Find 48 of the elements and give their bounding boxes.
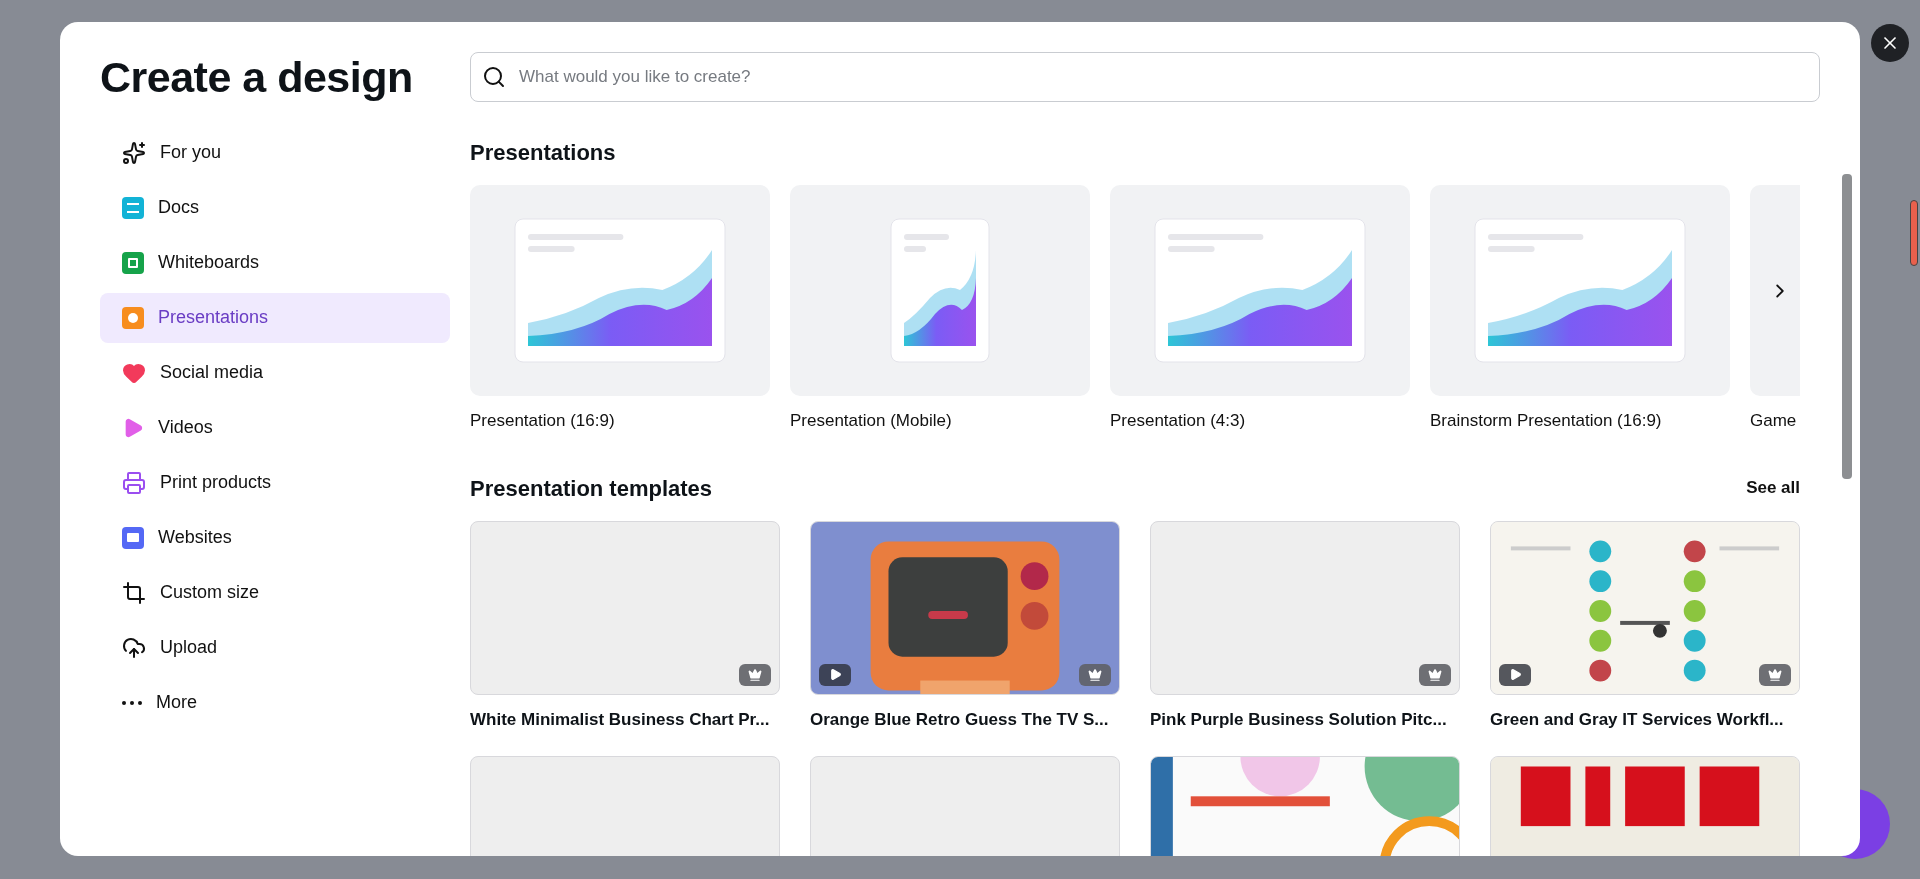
template-title: Green and Gray IT Services Workfl... xyxy=(1490,708,1785,731)
search-field[interactable]: What would you like to create? xyxy=(470,52,1820,102)
sidebar-item[interactable]: Websites xyxy=(100,512,450,563)
template-title: White Minimalist Business Chart Pr... xyxy=(470,708,771,731)
design-type-label: Presentation (16:9) xyxy=(470,410,616,432)
sidebar-item[interactable]: More xyxy=(100,677,450,728)
template-card[interactable] xyxy=(470,185,770,396)
scrollbar-thumb[interactable] xyxy=(1910,200,1918,266)
search-icon xyxy=(482,65,506,89)
category-icon xyxy=(122,251,144,274)
template-card[interactable] xyxy=(1110,185,1410,396)
crown-icon xyxy=(1088,667,1102,682)
crown-icon xyxy=(748,667,762,682)
sidebar-item[interactable]: Upload xyxy=(100,622,450,673)
sidebar-item[interactable]: For you xyxy=(100,127,450,178)
crown-icon xyxy=(1428,667,1442,682)
category-icon xyxy=(122,306,144,329)
close-button[interactable] xyxy=(1871,24,1909,62)
design-type-label: Game xyxy=(1750,410,1798,432)
more-icon xyxy=(122,700,142,705)
sidebar-item[interactable]: Social media xyxy=(100,347,450,398)
sidebar-item[interactable]: Docs xyxy=(100,182,450,233)
scrollbar-thumb[interactable] xyxy=(1842,174,1852,479)
template-card[interactable] xyxy=(1430,185,1730,396)
play-icon xyxy=(828,668,842,681)
sidebar-item[interactable]: Whiteboards xyxy=(100,237,450,288)
design-type-label: Presentation (Mobile) xyxy=(790,410,953,432)
category-icon xyxy=(122,526,144,549)
sidebar-item[interactable]: Print products xyxy=(100,457,450,508)
design-type-label: Brainstorm Presentation (16:9) xyxy=(1430,410,1663,432)
printer-icon xyxy=(122,470,146,495)
see-all-link[interactable]: See all xyxy=(1746,475,1800,501)
play-icon xyxy=(1508,668,1522,681)
sidebar-item[interactable]: Custom size xyxy=(100,567,450,618)
design-type-label: Presentation (4:3) xyxy=(1110,410,1247,432)
section-heading: Presentation templates xyxy=(470,474,713,503)
upload-icon xyxy=(122,635,146,660)
sidebar-item[interactable]: Videos xyxy=(100,402,450,453)
crown-icon xyxy=(1768,667,1782,682)
section-heading: Presentations xyxy=(470,139,617,167)
template-title: Pink Purple Business Solution Pitc... xyxy=(1150,708,1448,731)
sparkles-icon xyxy=(122,140,146,165)
dialog-title: Create a design xyxy=(100,52,414,103)
resize-icon xyxy=(122,580,146,605)
template-card[interactable] xyxy=(790,185,1090,396)
category-icon xyxy=(122,196,144,219)
template-title: Orange Blue Retro Guess The TV S... xyxy=(810,708,1110,731)
sidebar-item[interactable]: Presentations xyxy=(100,292,450,343)
